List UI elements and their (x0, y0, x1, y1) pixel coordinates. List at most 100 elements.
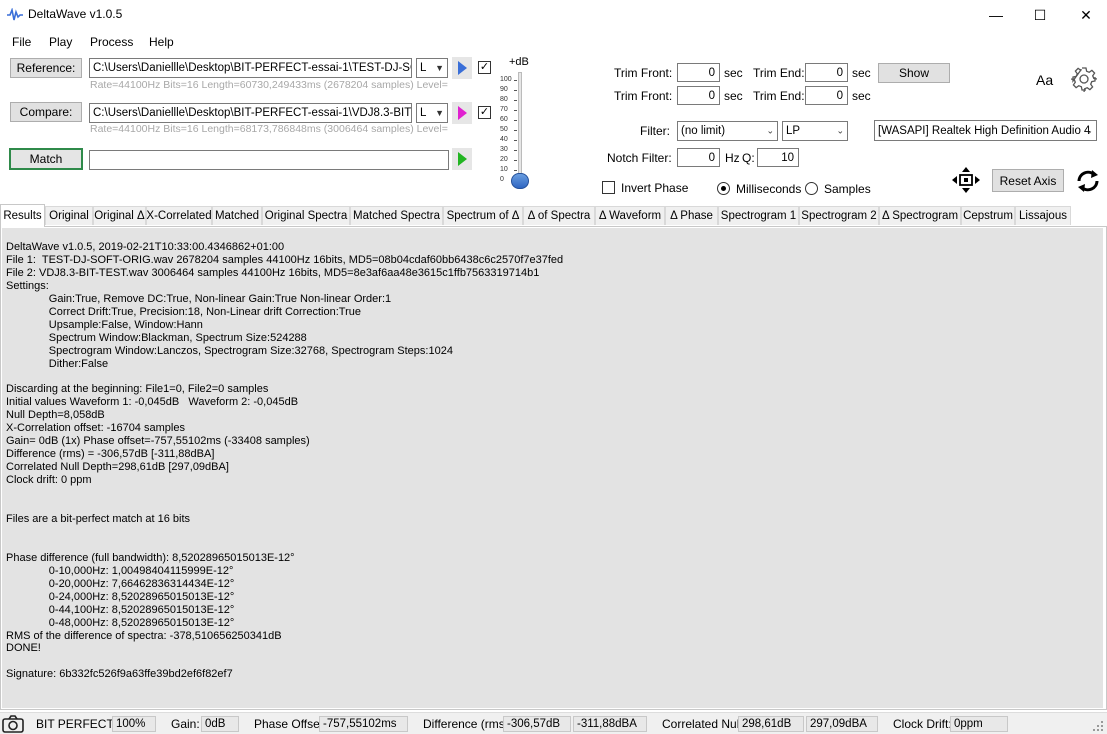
notch-filter-label: Notch Filter: (607, 151, 672, 165)
play-reference-icon[interactable] (452, 57, 472, 79)
compare-channel-select[interactable]: L ▼ (416, 103, 448, 123)
move-axis-icon[interactable] (952, 167, 980, 193)
cmp-trim-front-label: Trim Front: (614, 89, 673, 103)
resize-grip-icon[interactable] (1092, 720, 1104, 732)
tab-13[interactable]: Δ Spectrogram (879, 206, 961, 225)
tab-2[interactable]: Original Δ (93, 206, 146, 225)
level-slider-tick-mark (514, 140, 517, 141)
level-slider-tick: 40 (500, 136, 508, 143)
level-slider-thumb[interactable] (511, 173, 529, 189)
tab-11[interactable]: Spectrogram 1 (718, 206, 799, 225)
menu-process[interactable]: Process (90, 35, 133, 49)
reference-info: Rate=44100Hz Bits=16 Length=60730,249433… (90, 79, 448, 91)
match-button[interactable]: Match (9, 148, 83, 170)
tab-12[interactable]: Spectrogram 2 (799, 206, 879, 225)
compare-path-input[interactable]: C:\Users\Daniellle\Desktop\BIT-PERFECT-e… (89, 103, 412, 123)
milliseconds-radio[interactable] (717, 182, 730, 195)
notch-filter-input[interactable]: 0 (677, 148, 720, 167)
level-slider-track[interactable] (518, 72, 522, 180)
level-slider-tick: 90 (500, 86, 508, 93)
level-slider-tick-mark (514, 120, 517, 121)
reference-checkbox[interactable]: ✓ (478, 61, 491, 74)
samples-radio[interactable] (805, 182, 818, 195)
results-line: Signature: 6b332fc526f9a63ffe39bd2ef6f82… (6, 668, 233, 681)
level-slider-tick: 0 (500, 176, 504, 183)
cmp-trim-front-input[interactable]: 0 (677, 86, 720, 105)
show-button[interactable]: Show (878, 63, 950, 83)
results-line: Null Depth=8,058dB (6, 409, 105, 422)
results-line: Phase difference (full bandwidth): 8,520… (6, 551, 295, 564)
window-title: DeltaWave v1.0.5 (28, 7, 123, 21)
results-line: Files are a bit-perfect match at 16 bits (6, 512, 191, 525)
font-size-button[interactable]: Aa (1036, 72, 1053, 88)
results-line: 0-24,000Hz: 8,52028965015013E-12° (6, 590, 235, 603)
ref-trim-front-input[interactable]: 0 (677, 63, 720, 82)
bitperfect-value: 100% (112, 716, 156, 732)
tab-9[interactable]: Δ Waveform (595, 206, 665, 225)
difference-value: -306,57dB (503, 716, 571, 732)
compare-button[interactable]: Compare: (10, 102, 82, 122)
tab-6[interactable]: Matched Spectra (350, 206, 443, 225)
refresh-icon[interactable] (1075, 168, 1101, 194)
gear-icon[interactable] (1071, 66, 1097, 92)
app-waveform-icon (7, 8, 23, 21)
gain-label: Gain: (171, 717, 200, 731)
tab-14[interactable]: Cepstrum (961, 206, 1015, 225)
notch-q-input[interactable]: 10 (757, 148, 799, 167)
results-line: DeltaWave v1.0.5, 2019-02-21T10:33:00.43… (6, 241, 285, 253)
tab-7[interactable]: Spectrum of Δ (443, 206, 523, 225)
level-slider-tick-mark (514, 130, 517, 131)
maximize-button[interactable]: ☐ (1017, 0, 1063, 30)
cmp-trim-end-input[interactable]: 0 (805, 86, 848, 105)
results-line: Spectrum Window:Blackman, Spectrum Size:… (6, 331, 307, 344)
reference-button[interactable]: Reference: (10, 58, 82, 78)
results-line: Spectrogram Window:Lanczos, Spectrogram … (6, 344, 453, 357)
filter-type-select[interactable]: LP ⌄ (782, 121, 848, 141)
results-text-area[interactable]: DeltaWave v1.0.5, 2019-02-21T10:33:00.43… (2, 228, 1103, 708)
ref-trim-front-unit: sec (724, 66, 743, 80)
level-slider-tick: 100 (500, 76, 512, 83)
tab-8[interactable]: Δ of Spectra (523, 206, 595, 225)
camera-icon[interactable] (2, 714, 24, 734)
chevron-down-icon: ⌄ (766, 125, 774, 136)
play-compare-icon[interactable] (452, 102, 472, 124)
tab-15[interactable]: Lissajous (1015, 206, 1071, 225)
phase-offset-label: Phase Offset: (254, 717, 327, 731)
tab-4[interactable]: Matched (212, 206, 262, 225)
level-slider-tick: 50 (500, 126, 508, 133)
menu-play[interactable]: Play (49, 35, 72, 49)
results-line: Difference (rms) = -306,57dB [-311,88dBA… (6, 448, 215, 461)
reference-channel-select[interactable]: L ▼ (416, 58, 448, 78)
ref-trim-end-input[interactable]: 0 (805, 63, 848, 82)
level-slider-tick: 60 (500, 116, 508, 123)
audio-device-select[interactable]: [WASAPI] Realtek High Definition Audio 4… (874, 120, 1097, 141)
invert-phase-checkbox[interactable] (602, 181, 615, 194)
phase-offset-value: -757,55102ms (319, 716, 408, 732)
results-line: File 2: VDJ8.3-BIT-TEST.wav 3006464 samp… (6, 266, 540, 279)
gain-value: 0dB (201, 716, 239, 732)
compare-info: Rate=44100Hz Bits=16 Length=68173,786848… (90, 123, 448, 135)
menu-file[interactable]: File (12, 35, 31, 49)
invert-phase-label: Invert Phase (621, 181, 689, 195)
tab-3[interactable]: X-Correlated (146, 206, 212, 225)
results-line: Correct Drift:True, Precision:18, Non-Li… (6, 305, 361, 318)
reset-axis-button[interactable]: Reset Axis (992, 169, 1064, 192)
filter-type-value: LP (786, 125, 801, 137)
clock-drift-label: Clock Drift: (893, 717, 952, 731)
tab-10[interactable]: Δ Phase (665, 206, 718, 225)
results-line: Gain= 0dB (1x) Phase offset=-757,55102ms… (6, 435, 310, 448)
tab-5[interactable]: Original Spectra (262, 206, 350, 225)
tab-1[interactable]: Original (45, 206, 93, 225)
notch-hz-label: Hz (725, 151, 740, 165)
chevron-down-icon: ⌄ (1085, 125, 1093, 135)
chevron-down-icon: ⌄ (836, 125, 844, 136)
match-progress-field (89, 150, 449, 170)
minimize-button[interactable]: — (973, 0, 1019, 30)
filter-select[interactable]: (no limit) ⌄ (677, 121, 778, 141)
play-match-icon[interactable] (452, 148, 472, 170)
menu-help[interactable]: Help (149, 35, 174, 49)
reference-path-input[interactable]: C:\Users\Daniellle\Desktop\BIT-PERFECT-e… (89, 58, 412, 78)
compare-checkbox[interactable]: ✓ (478, 106, 491, 119)
close-button[interactable]: ✕ (1063, 0, 1107, 30)
tab-0[interactable]: Results (0, 204, 45, 227)
